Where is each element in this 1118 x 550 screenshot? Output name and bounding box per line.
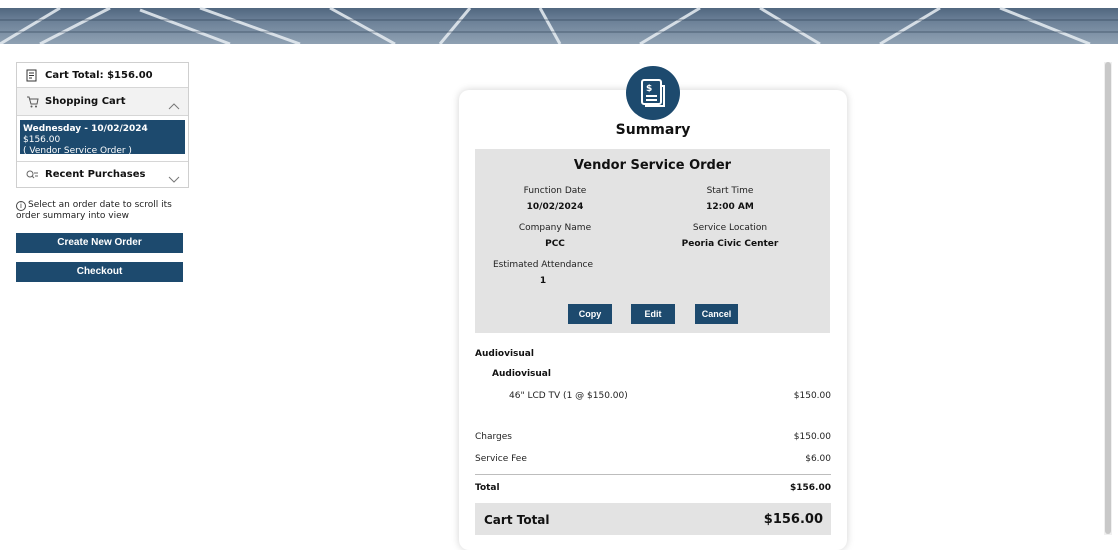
item-amount: $150.00	[793, 391, 831, 401]
invoice-icon: $	[641, 79, 665, 107]
receipt-icon	[25, 68, 39, 82]
cart-total-label: Cart Total: $156.00	[45, 69, 153, 81]
attendance-value: 1	[539, 276, 547, 286]
total-amount: $156.00	[790, 483, 831, 493]
total-label: Total	[475, 483, 500, 493]
start-time-field: Start Time 12:00 AM	[650, 186, 810, 212]
chevron-up-icon	[168, 95, 180, 114]
service-fee-amount: $6.00	[805, 454, 831, 464]
total-divider	[475, 474, 831, 475]
chevron-down-icon	[168, 169, 180, 188]
charges-label: Charges	[475, 432, 512, 442]
function-date-value: 10/02/2024	[526, 202, 584, 212]
service-location-value: Peoria Civic Center	[681, 239, 779, 249]
info-icon: i	[16, 201, 26, 211]
cancel-button[interactable]: Cancel	[695, 304, 738, 324]
item-label: 46" LCD TV (1 @ $150.00)	[509, 391, 628, 401]
start-time-value: 12:00 AM	[706, 202, 754, 212]
order-title: Vendor Service Order	[573, 158, 732, 173]
charges-amount: $150.00	[793, 432, 831, 442]
scroll-hint: i Select an order date to scroll its orde…	[16, 200, 191, 222]
service-fee-label: Service Fee	[475, 454, 527, 464]
cart-icon	[25, 95, 39, 109]
company-name-value: PCC	[545, 239, 565, 249]
order-amount: $156.00	[23, 135, 61, 145]
cart-total-row: Cart Total: $156.00	[17, 63, 188, 88]
create-new-order-button[interactable]: Create New Order	[16, 233, 183, 253]
cart-panel: Cart Total: $156.00 Shopping Cart Wednes…	[16, 62, 189, 188]
header-banner	[0, 0, 1118, 44]
category-heading: Audiovisual	[475, 349, 534, 359]
attendance-label: Estimated Attendance	[492, 260, 594, 270]
function-date-label: Function Date	[523, 186, 587, 196]
cart-total-bar-amount: $156.00	[763, 512, 823, 527]
summary-title: Summary	[615, 122, 691, 138]
start-time-label: Start Time	[706, 186, 754, 196]
company-name-label: Company Name	[518, 223, 592, 233]
function-date-field: Function Date 10/02/2024	[475, 186, 635, 212]
order-details-panel: Vendor Service Order Function Date 10/02…	[475, 149, 830, 333]
invoice-badge: $	[626, 66, 680, 120]
recent-purchases-toggle[interactable]: Recent Purchases	[17, 161, 188, 187]
service-location-field: Service Location Peoria Civic Center	[650, 223, 810, 249]
edit-button[interactable]: Edit	[631, 304, 675, 324]
svg-text:$: $	[646, 84, 652, 94]
shopping-cart-label: Shopping Cart	[45, 96, 126, 107]
subcategory-heading: Audiovisual	[492, 369, 551, 379]
company-name-field: Company Name PCC	[475, 223, 635, 249]
shopping-cart-toggle[interactable]: Shopping Cart	[17, 88, 188, 116]
service-location-label: Service Location	[692, 223, 768, 233]
banner-architecture-image	[0, 6, 1118, 44]
cart-total-bar-label: Cart Total	[484, 513, 550, 527]
cart-order-item[interactable]: Wednesday - 10/02/2024 $156.00 ( Vendor …	[20, 120, 185, 156]
attendance-field: Estimated Attendance 1	[463, 260, 623, 286]
page-scrollbar[interactable]	[1104, 62, 1112, 535]
recent-purchases-label: Recent Purchases	[45, 169, 146, 180]
copy-button[interactable]: Copy	[568, 304, 612, 324]
order-type: ( Vendor Service Order )	[23, 146, 132, 156]
scroll-hint-text: Select an order date to scroll its order…	[16, 200, 172, 221]
cart-total-bar: Cart Total $156.00	[475, 503, 831, 535]
order-date: Wednesday - 10/02/2024	[23, 124, 148, 134]
checkout-button[interactable]: Checkout	[16, 262, 183, 282]
search-list-icon	[25, 168, 39, 182]
scrollbar-thumb[interactable]	[1105, 62, 1111, 534]
